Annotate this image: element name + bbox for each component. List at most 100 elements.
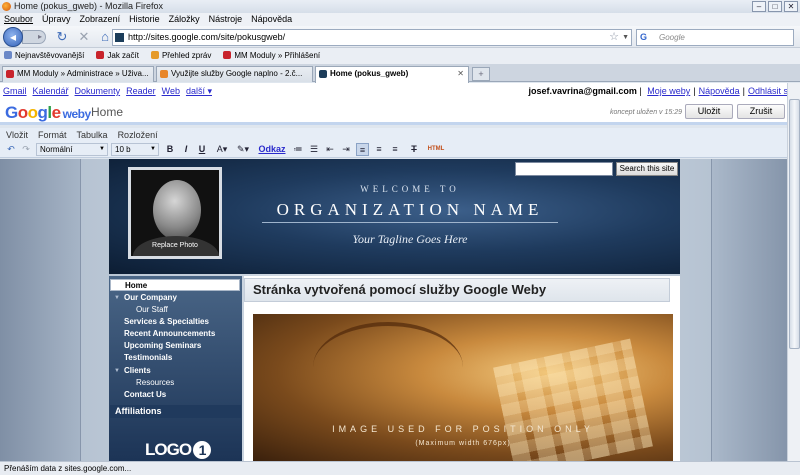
firefox-bookmark-icon [96, 51, 105, 59]
gbar-web[interactable]: Web [162, 86, 180, 96]
url-text: http://sites.google.com/site/pokusgweb/ [128, 32, 286, 42]
nav-our-staff[interactable]: Our Staff [109, 304, 242, 316]
bookmark-most-visited[interactable]: Nejnavštěvovanější [4, 48, 84, 64]
menu-view[interactable]: Zobrazení [80, 13, 121, 26]
nav-contact-us[interactable]: Contact Us [109, 389, 242, 401]
undo-icon[interactable]: ↶ [5, 143, 17, 156]
text-color-icon[interactable]: A▾ [212, 143, 232, 156]
maximize-button[interactable]: □ [768, 1, 782, 12]
url-dropdown-icon[interactable]: ▼ [622, 30, 629, 45]
nav-clients[interactable]: ▼ Clients [109, 365, 242, 377]
gbar-reader[interactable]: Reader [126, 86, 156, 96]
editor-menu-table[interactable]: Tabulka [77, 128, 108, 142]
paragraph-style-select[interactable]: Normální ▼ [36, 143, 108, 156]
font-size-select[interactable]: 10 b ▼ [111, 143, 159, 156]
window-title-bar: Home (pokus_gweb) - Mozilla Firefox – □ … [0, 0, 800, 13]
account-links: josef.vavrina@gmail.com | Moje weby | Nápo… [528, 86, 793, 96]
stop-icon[interactable]: ✕ [77, 30, 91, 44]
tab-home-active[interactable]: Home (pokus_gweb) ✕ [315, 66, 469, 83]
image-placeholder-text: IMAGE USED FOR POSITION ONLY [332, 424, 594, 434]
nav-home[interactable]: Home [110, 279, 240, 291]
bookmark-getting-started[interactable]: Jak začít [96, 48, 139, 64]
align-left-icon[interactable]: ≡ [356, 143, 369, 156]
welcome-text: WELCOME TO [360, 184, 460, 194]
bookmark-news[interactable]: Přehled zpráv [150, 48, 211, 64]
nav-services[interactable]: Services & Specialties [109, 316, 242, 328]
site-search-button[interactable]: Search this site [616, 162, 678, 176]
menu-help[interactable]: Nápověda [251, 13, 292, 26]
nav-seminars[interactable]: Upcoming Seminars [109, 340, 242, 352]
gbar-gmail[interactable]: Gmail [3, 86, 27, 96]
search-box[interactable]: G Google [636, 29, 794, 46]
help-link[interactable]: Nápověda [699, 86, 740, 96]
search-placeholder: Google [659, 33, 685, 42]
numbered-list-icon[interactable]: ≔ [292, 143, 304, 156]
tab-mm-admin[interactable]: MM Moduly » Administrace » Uživa... [2, 66, 154, 82]
save-button[interactable]: Uložit [685, 104, 733, 119]
close-window-button[interactable]: ✕ [784, 1, 798, 12]
my-sites-link[interactable]: Moje weby [647, 86, 690, 96]
editor-menu-layout[interactable]: Rozložení [118, 128, 158, 142]
replace-photo-label: Replace Photo [152, 242, 198, 249]
chevron-down-icon: ▼ [150, 146, 156, 152]
underline-button[interactable]: U [196, 143, 208, 156]
outdent-icon[interactable]: ⇤ [324, 143, 336, 156]
image-max-width-text: (Maximum width 676px) [415, 440, 511, 447]
bookmarks-toolbar: Nejnavštěvovanější Jak začít Přehled zpr… [0, 48, 800, 64]
status-bar: Přenáším data z sites.google.com... [0, 461, 800, 475]
menu-file[interactable]: Soubor [4, 13, 33, 26]
expand-triangle-icon: ▼ [114, 368, 120, 374]
back-button[interactable]: ◂ [3, 27, 23, 47]
clear-formatting-icon[interactable]: T [408, 143, 420, 156]
editor-menu: Vložit Formát Tabulka Rozložení [0, 128, 800, 142]
italic-button[interactable]: I [180, 143, 192, 156]
menu-history[interactable]: Historie [129, 13, 160, 26]
minimize-button[interactable]: – [752, 1, 766, 12]
hero-image[interactable]: IMAGE USED FOR POSITION ONLY (Maximum wi… [253, 314, 673, 461]
align-center-icon[interactable]: ≡ [373, 143, 385, 156]
menu-bar: Soubor Úpravy Zobrazení Historie Záložky… [0, 13, 800, 26]
content-heading[interactable]: Stránka vytvořená pomocí služby Google W… [244, 278, 670, 302]
nav-our-company[interactable]: ▼ Our Company [109, 292, 242, 304]
forward-button[interactable]: ▸ [22, 30, 46, 44]
address-bar[interactable]: http://sites.google.com/site/pokusgweb/ … [112, 29, 632, 46]
bold-button[interactable]: B [164, 143, 176, 156]
insert-link-button[interactable]: Odkaz [258, 143, 286, 156]
redo-icon[interactable]: ↷ [20, 143, 32, 156]
affiliate-logo[interactable]: LOGO 1 [145, 440, 212, 460]
vertical-scrollbar[interactable] [787, 83, 800, 461]
nav-announcements[interactable]: Recent Announcements [109, 328, 242, 340]
editor-menu-insert[interactable]: Vložit [6, 128, 28, 142]
google-sites-logo[interactable]: Google weby [5, 103, 91, 123]
cancel-button[interactable]: Zrušit [737, 104, 785, 119]
bookmark-star-icon[interactable]: ☆ [609, 30, 619, 45]
menu-bookmarks[interactable]: Záložky [169, 13, 200, 26]
close-tab-icon[interactable]: ✕ [457, 67, 464, 81]
firefox-icon [2, 2, 11, 11]
menu-tools[interactable]: Nástroje [209, 13, 243, 26]
editor-menu-format[interactable]: Formát [38, 128, 67, 142]
highlight-color-icon[interactable]: ✎▾ [234, 143, 252, 156]
bookmark-mm-login[interactable]: MM Moduly » Přihlášení [223, 48, 320, 64]
gbar-documents[interactable]: Dokumenty [75, 86, 121, 96]
new-tab-button[interactable]: + [472, 67, 490, 81]
gbar-more[interactable]: další ▾ [186, 86, 212, 96]
menu-edit[interactable]: Úpravy [42, 13, 71, 26]
bulleted-list-icon[interactable]: ☰ [308, 143, 320, 156]
tab-label: Využijte služby Google naplno - 2.č... [171, 69, 303, 78]
google-search-icon[interactable]: G [640, 32, 651, 43]
gbar-calendar[interactable]: Kalendář [33, 86, 69, 96]
profile-photo[interactable]: Replace Photo [128, 167, 222, 259]
indent-icon[interactable]: ⇥ [340, 143, 352, 156]
tab-favicon [6, 70, 14, 78]
caduceus-shape [313, 322, 463, 412]
scrollbar-thumb[interactable] [789, 99, 800, 349]
home-icon[interactable]: ⌂ [98, 30, 112, 44]
nav-resources[interactable]: Resources [109, 377, 242, 389]
tab-google-services[interactable]: Využijte služby Google naplno - 2.č... [156, 66, 313, 82]
site-search-input[interactable] [515, 162, 613, 176]
html-edit-button[interactable]: HTML [424, 143, 448, 156]
align-right-icon[interactable]: ≡ [389, 143, 401, 156]
nav-testimonials[interactable]: Testimonials [109, 352, 242, 364]
reload-icon[interactable]: ↻ [55, 30, 69, 44]
